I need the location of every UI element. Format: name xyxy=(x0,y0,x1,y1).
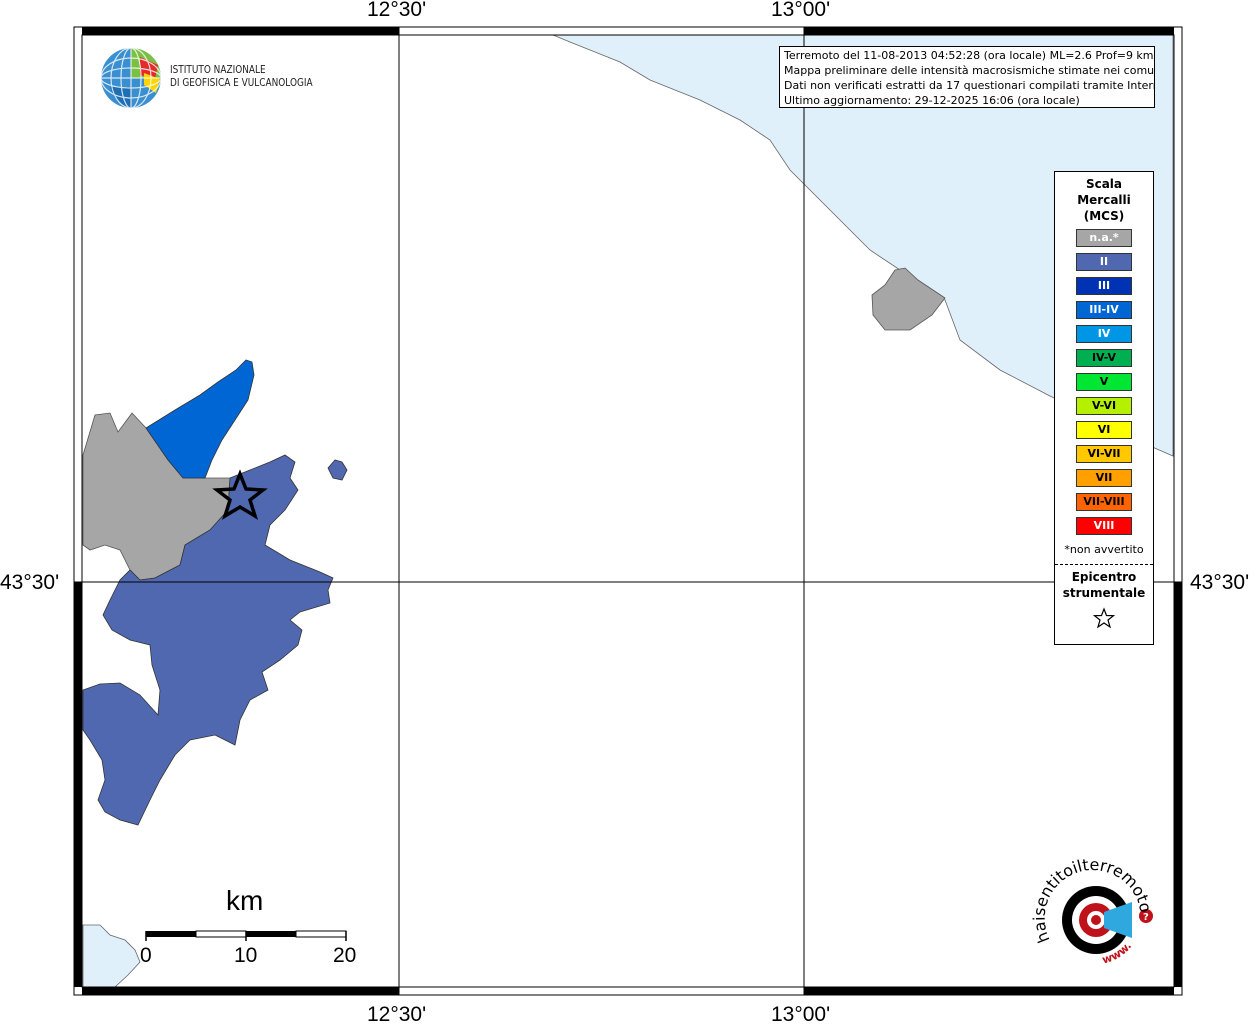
legend-item-v-vi: V-VI xyxy=(1076,397,1132,415)
legend-item-ii: II xyxy=(1076,253,1132,271)
ingv-line2: DI GEOFISICA E VULCANOLOGIA xyxy=(170,77,313,89)
legend-item-iii: III xyxy=(1076,277,1132,295)
legend-item-vi: VI xyxy=(1076,421,1132,439)
haisentitoilterremoto-logo: ? haisentitoilterremoto.it www. xyxy=(1027,835,1160,980)
right-lat-label: 43°30' xyxy=(1190,571,1250,594)
legend-title-line1: Scala xyxy=(1085,177,1123,191)
info-line-2: Mappa preliminare delle intensità macros… xyxy=(784,64,1155,77)
bottom-lon-label-1: 12°30' xyxy=(367,1003,427,1026)
top-lon-label-1: 12°30' xyxy=(367,0,427,21)
globe-icon xyxy=(100,47,162,109)
legend-item-vi-vii: VI-VII xyxy=(1076,445,1132,463)
legend-title-line2: Mercalli xyxy=(1077,193,1131,207)
scale-tick-20: 20 xyxy=(333,944,357,967)
legend-item-viii: VIII xyxy=(1076,517,1132,535)
scale-bar: km 0 10 20 xyxy=(140,885,370,975)
top-lon-label-2: 13°00' xyxy=(771,0,831,21)
legend-item-iv: IV xyxy=(1076,325,1132,343)
scale-tick-0: 0 xyxy=(140,944,152,967)
legend-title: Scala Mercalli (MCS) xyxy=(1055,176,1153,224)
legend-items: n.a.* II III III-IV IV IV-V V V-VI VI VI-VII VII VI… xyxy=(1055,229,1153,535)
scale-tick-10: 10 xyxy=(234,944,258,967)
left-lat-label: 43°30' xyxy=(0,571,60,594)
legend-item-vii-viii: VII-VIII xyxy=(1076,493,1132,511)
bottom-lon-label-2: 13°00' xyxy=(771,1003,831,1026)
legend-item-na: n.a.* xyxy=(1076,229,1132,247)
ingv-line1: ISTITUTO NAZIONALE xyxy=(170,64,266,76)
legend-epicenter-line2: strumentale xyxy=(1062,586,1146,600)
legend-title-line3: (MCS) xyxy=(1083,209,1125,223)
event-info-box: Terremoto del 11-08-2013 04:52:28 (ora l… xyxy=(779,46,1155,108)
legend-separator xyxy=(1055,564,1153,565)
legend-epicenter-label: Epicentro strumentale xyxy=(1055,569,1153,601)
legend-epicenter-line1: Epicentro xyxy=(1071,570,1137,584)
legend-note: *non avvertito xyxy=(1064,543,1144,556)
legend-item-v: V xyxy=(1076,373,1132,391)
legend-item-iii-iv: III-IV xyxy=(1076,301,1132,319)
legend-item-iv-v: IV-V xyxy=(1076,349,1132,367)
ingv-name: ISTITUTO NAZIONALE DI GEOFISICA E VULCAN… xyxy=(170,64,313,90)
svg-text:?: ? xyxy=(1143,912,1149,923)
scale-unit: km xyxy=(226,885,264,916)
info-line-1: Terremoto del 11-08-2013 04:52:28 (ora l… xyxy=(784,49,1154,62)
mcs-legend: Scala Mercalli (MCS) n.a.* II III III-IV IV I… xyxy=(1054,171,1154,645)
star-outline-icon xyxy=(1055,607,1153,633)
info-line-4: Ultimo aggiornamento: 29-12-2025 16:06 (… xyxy=(784,94,1080,107)
info-line-3: Dati non verificati estratti da 17 quest… xyxy=(784,79,1155,92)
legend-item-vii: VII xyxy=(1076,469,1132,487)
